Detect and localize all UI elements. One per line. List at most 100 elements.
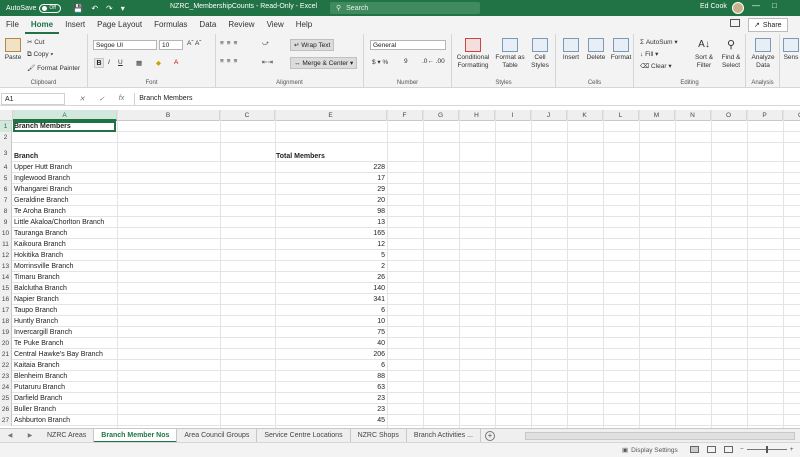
cell-styles-button[interactable]: Cell Styles xyxy=(528,38,552,70)
tab-page-layout[interactable]: Page Layout xyxy=(91,16,148,34)
tab-data[interactable]: Data xyxy=(193,16,222,34)
vertical-align-icons[interactable]: ≡≡≡ xyxy=(220,40,240,47)
total-members-cell[interactable]: 2 xyxy=(275,261,387,272)
tab-home[interactable]: Home xyxy=(24,16,60,34)
share-button[interactable]: ↗ Share xyxy=(748,18,788,32)
avatar[interactable] xyxy=(732,2,744,14)
wrap-text-button[interactable]: ↵ Wrap Text xyxy=(290,39,335,51)
row-header[interactable]: 27 xyxy=(0,415,12,426)
branch-cell[interactable]: Te Aroha Branch xyxy=(14,206,66,217)
find-select-button[interactable]: ⚲ Find & Select xyxy=(718,38,744,70)
normal-view-icon[interactable] xyxy=(690,446,699,453)
branch-cell[interactable]: Balclutha Branch xyxy=(14,283,67,294)
font-name-select[interactable]: Segoe UI xyxy=(93,40,157,50)
branch-cell[interactable]: Hokitika Branch xyxy=(14,250,63,261)
branch-cell[interactable]: Tauranga Branch xyxy=(14,228,67,239)
column-header[interactable]: A xyxy=(13,110,117,121)
zoom-in-icon[interactable]: + xyxy=(790,446,794,453)
search-box[interactable]: ⚲ Search xyxy=(330,2,480,14)
next-sheet-icon[interactable]: ▶ xyxy=(28,432,33,439)
row-header[interactable]: 10 xyxy=(0,228,12,239)
tab-formulas[interactable]: Formulas xyxy=(148,16,193,34)
select-all-corner[interactable] xyxy=(0,110,13,121)
total-members-cell[interactable]: 23 xyxy=(275,393,387,404)
row-header[interactable]: 26 xyxy=(0,404,12,415)
row-header[interactable]: 13 xyxy=(0,261,12,272)
total-members-cell[interactable]: 13 xyxy=(275,217,387,228)
branch-cell[interactable]: Napier Branch xyxy=(14,294,59,305)
copy-button[interactable]: ⧉ Copy ▾ xyxy=(27,51,53,59)
font-size-select[interactable]: 10 xyxy=(159,40,183,50)
display-settings-button[interactable]: ▣ Display Settings xyxy=(622,446,678,455)
total-members-cell[interactable]: 20 xyxy=(275,195,387,206)
tab-file[interactable]: File xyxy=(0,16,25,34)
column-header[interactable]: C xyxy=(220,110,275,121)
total-members-cell[interactable]: 6 xyxy=(275,360,387,371)
row-header[interactable]: 12 xyxy=(0,250,12,261)
bold-button[interactable]: B xyxy=(94,58,104,68)
analyze-data-button[interactable]: Analyze Data xyxy=(749,38,777,70)
column-header[interactable]: B xyxy=(117,110,220,121)
zoom-slider[interactable]: − + xyxy=(740,446,794,453)
column-header[interactable]: N xyxy=(675,110,711,121)
row-header[interactable]: 1 xyxy=(0,121,12,132)
restore-icon[interactable]: □ xyxy=(772,1,777,10)
comments-icon[interactable] xyxy=(730,19,740,27)
branch-cell[interactable]: Timaru Branch xyxy=(14,272,60,283)
row-header[interactable]: 2 xyxy=(0,132,12,143)
user-name[interactable]: Ed Cook xyxy=(700,3,727,10)
total-members-cell[interactable]: 5 xyxy=(275,250,387,261)
branch-cell[interactable]: Morrinsville Branch xyxy=(14,261,74,272)
total-members-cell[interactable]: 29 xyxy=(275,184,387,195)
format-painter-button[interactable]: 🖌 Format Painter xyxy=(27,64,80,72)
add-sheet-icon[interactable]: + xyxy=(484,430,495,441)
save-icon[interactable]: 💾 xyxy=(73,4,83,13)
conditional-formatting-button[interactable]: Conditional Formatting xyxy=(454,38,492,70)
sheet-tab[interactable]: Service Centre Locations xyxy=(257,428,351,443)
total-members-cell[interactable]: 40 xyxy=(275,338,387,349)
total-members-cell[interactable]: 23 xyxy=(275,404,387,415)
header-branch-cell[interactable]: Branch xyxy=(14,151,38,162)
branch-cell[interactable]: Taupo Branch xyxy=(14,305,57,316)
horizontal-align-icons[interactable]: ≡≡≡ xyxy=(220,58,240,65)
total-members-cell[interactable]: 75 xyxy=(275,327,387,338)
total-members-cell[interactable]: 10 xyxy=(275,316,387,327)
borders-icon[interactable]: ▦ xyxy=(136,59,142,67)
fill-color-icon[interactable]: ◆ xyxy=(156,59,161,67)
clear-button[interactable]: ⌫ Clear ▾ xyxy=(640,62,672,70)
branch-cell[interactable]: Buller Branch xyxy=(14,404,56,415)
tab-insert[interactable]: Insert xyxy=(59,16,91,34)
row-header[interactable]: 17 xyxy=(0,305,12,316)
tab-review[interactable]: Review xyxy=(222,16,260,34)
branch-cell[interactable]: Little Akaloa/Chorlton Branch xyxy=(14,217,104,228)
tab-help[interactable]: Help xyxy=(290,16,318,34)
sheet-tab[interactable]: Area Council Groups xyxy=(177,428,258,443)
cancel-icon[interactable]: ✕ xyxy=(79,95,85,103)
format-cells-button[interactable]: Format xyxy=(609,38,633,62)
row-header[interactable]: 24 xyxy=(0,382,12,393)
row-header[interactable]: 14 xyxy=(0,272,12,283)
autosave-control[interactable]: AutoSave Off xyxy=(6,3,62,13)
indent-icons[interactable]: ⇤⇥ xyxy=(262,58,273,66)
redo-icon[interactable]: ↷ xyxy=(106,4,113,13)
branch-cell[interactable]: Kaitaia Branch xyxy=(14,360,60,371)
autosave-toggle[interactable]: Off xyxy=(39,3,62,13)
row-header[interactable]: 8 xyxy=(0,206,12,217)
insert-cells-button[interactable]: Insert xyxy=(560,38,582,62)
total-members-cell[interactable]: 228 xyxy=(275,162,387,173)
total-members-cell[interactable]: 63 xyxy=(275,382,387,393)
row-header[interactable]: 23 xyxy=(0,371,12,382)
total-members-cell[interactable]: 45 xyxy=(275,415,387,426)
decimal-icons[interactable]: .0← .00 xyxy=(422,58,445,65)
row-header[interactable]: 5 xyxy=(0,173,12,184)
underline-button[interactable]: U xyxy=(118,59,123,66)
customize-qat-icon[interactable]: ▾ xyxy=(121,4,125,13)
branch-cell[interactable]: Central Hawke's Bay Branch xyxy=(14,349,103,360)
autosum-button[interactable]: Σ AutoSum ▾ xyxy=(640,38,678,46)
row-header[interactable]: 25 xyxy=(0,393,12,404)
font-grow-icon[interactable]: Aˆ Aˇ xyxy=(187,40,201,47)
prev-sheet-icon[interactable]: ◀ xyxy=(8,432,13,439)
column-header[interactable]: F xyxy=(387,110,423,121)
sort-filter-button[interactable]: A↓ Sort & Filter xyxy=(692,38,716,70)
header-total-cell[interactable]: Total Members xyxy=(276,151,325,162)
